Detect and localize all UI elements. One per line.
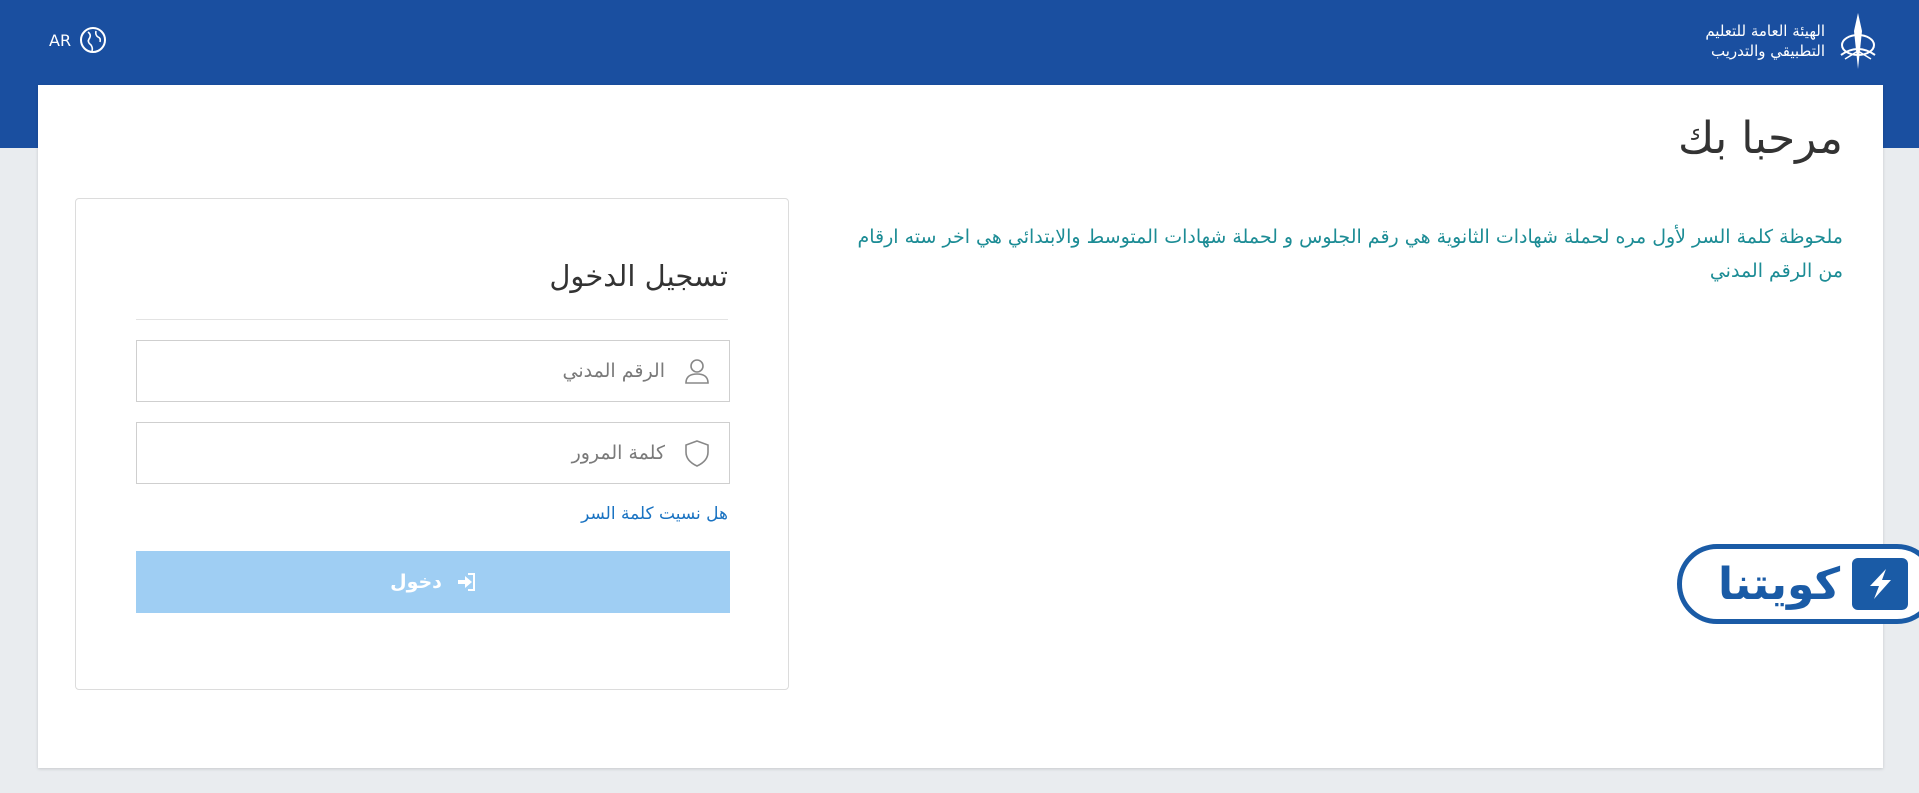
user-icon	[685, 359, 709, 384]
civil-id-field[interactable]	[136, 340, 730, 402]
password-input[interactable]	[137, 423, 683, 483]
password-note: ملحوظة كلمة السر لأول مره لحملة شهادات ا…	[857, 226, 1843, 282]
kuwaitna-watermark: كويتنا	[1677, 544, 1919, 624]
login-button[interactable]: دخول	[136, 551, 730, 613]
org-name-line2: التطبيقي والتدريب	[1710, 42, 1825, 60]
welcome-heading: مرحبا بك	[1677, 113, 1843, 164]
civil-id-input[interactable]	[137, 341, 683, 401]
sign-in-icon	[457, 573, 475, 591]
bolt-icon	[1870, 569, 1892, 599]
globe-icon	[80, 27, 107, 53]
login-title: تسجيل الدخول	[549, 259, 728, 293]
login-button-label: دخول	[390, 571, 442, 593]
login-panel: تسجيل الدخول هل نسيت كلمة السر دخول	[75, 198, 789, 690]
org-emblem-icon	[1840, 13, 1876, 69]
forgot-password-link[interactable]: هل نسيت كلمة السر	[581, 504, 728, 524]
shield-icon	[685, 440, 709, 467]
language-label: AR	[49, 30, 72, 50]
org-logo[interactable]: الهيئة العامة للتعليم التطبيقي والتدريب	[1705, 10, 1883, 72]
language-switcher[interactable]: AR	[49, 26, 107, 54]
password-field[interactable]	[136, 422, 730, 484]
org-name: الهيئة العامة للتعليم التطبيقي والتدريب	[1705, 21, 1825, 61]
watermark-badge-icon	[1852, 558, 1909, 610]
org-name-line1: الهيئة العامة للتعليم	[1705, 22, 1825, 40]
watermark-text: كويتنا	[1718, 558, 1841, 610]
divider	[136, 319, 728, 320]
main-card: مرحبا بك ملحوظة كلمة السر لأول مره لحملة…	[38, 85, 1883, 768]
